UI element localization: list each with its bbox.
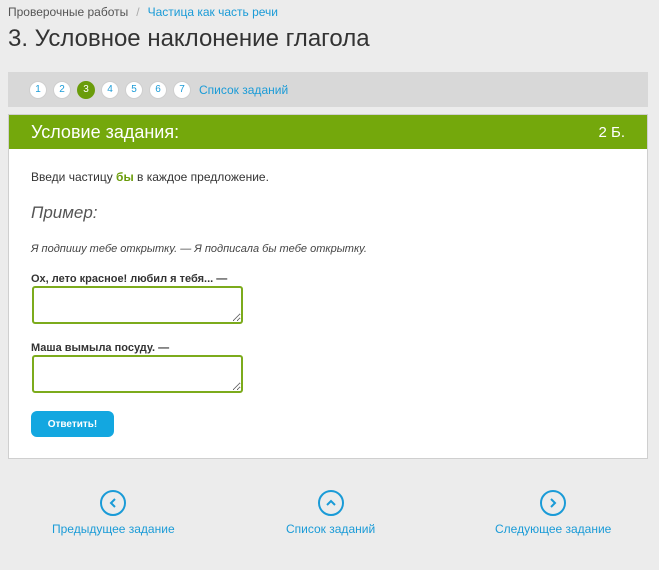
task-number-3-active[interactable]: 3 bbox=[77, 80, 95, 99]
task-number-4[interactable]: 4 bbox=[101, 80, 119, 99]
breadcrumb-current[interactable]: Частица как часть речи bbox=[148, 5, 278, 19]
breadcrumb-separator: / bbox=[136, 5, 140, 19]
instruction-highlight: бы bbox=[116, 170, 134, 184]
task-list-button[interactable]: Список заданий bbox=[286, 490, 375, 536]
card-header: Условие задания: 2 Б. bbox=[9, 115, 647, 149]
answer-field-1[interactable] bbox=[32, 286, 243, 324]
question-1-label: Ох, лето красное! любил я тебя... — bbox=[31, 273, 228, 285]
next-task-button[interactable]: Следующее задание bbox=[495, 490, 611, 536]
chevron-left-icon bbox=[100, 490, 127, 516]
points-badge: 2 Б. bbox=[598, 123, 625, 141]
chevron-right-icon bbox=[540, 490, 567, 516]
page-title: 3. Условное наклонение глагола bbox=[8, 25, 370, 52]
task-card: Условие задания: 2 Б. Введи частицу бы в… bbox=[8, 114, 648, 459]
submit-button[interactable]: Ответить! bbox=[31, 411, 114, 437]
task-navigation: 1 2 3 4 5 6 7 Список заданий bbox=[8, 72, 648, 107]
previous-task-label: Предыдущее задание bbox=[52, 522, 175, 536]
example-text: Я подпишу тебе открытку. — Я подписала б… bbox=[31, 243, 367, 255]
answer-field-2[interactable] bbox=[32, 355, 243, 393]
task-list-label: Список заданий bbox=[286, 522, 376, 536]
question-2-label: Маша вымыла посуду. — bbox=[31, 342, 170, 354]
card-header-title: Условие задания: bbox=[31, 121, 180, 142]
instruction-before: Введи частицу bbox=[31, 170, 117, 184]
example-title: Пример: bbox=[31, 203, 98, 222]
chevron-up-icon bbox=[317, 490, 344, 516]
next-task-label: Следующее задание bbox=[495, 522, 612, 536]
breadcrumb: Проверочные работы / Частица как часть р… bbox=[8, 5, 278, 19]
task-list-link[interactable]: Список заданий bbox=[199, 83, 288, 97]
task-number-7[interactable]: 7 bbox=[173, 80, 191, 99]
task-number-6[interactable]: 6 bbox=[149, 80, 167, 99]
instruction-text: Введи частицу бы в каждое предложение. bbox=[31, 170, 269, 184]
instruction-after: в каждое предложение. bbox=[133, 170, 269, 184]
task-number-2[interactable]: 2 bbox=[53, 80, 71, 99]
task-number-1[interactable]: 1 bbox=[29, 80, 47, 99]
task-number-5[interactable]: 5 bbox=[125, 80, 143, 99]
previous-task-button[interactable]: Предыдущее задание bbox=[52, 490, 175, 536]
breadcrumb-root[interactable]: Проверочные работы bbox=[8, 5, 128, 19]
